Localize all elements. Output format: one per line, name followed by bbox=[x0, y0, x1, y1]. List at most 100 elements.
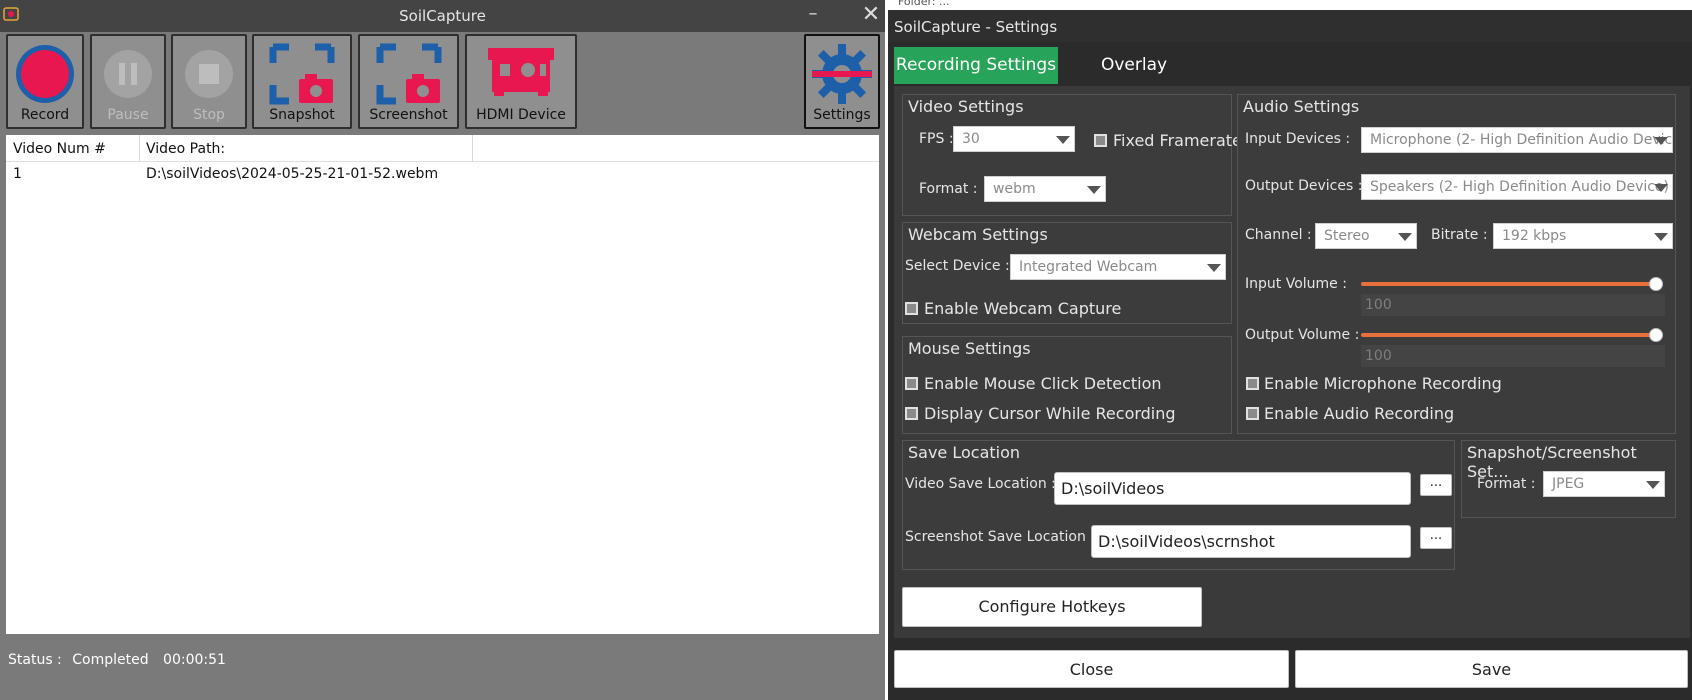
stop-button[interactable]: Stop bbox=[171, 34, 247, 129]
chevron-down-icon bbox=[1646, 481, 1660, 489]
channel-select[interactable]: Stereo bbox=[1315, 223, 1417, 249]
output-volume-value: 100 bbox=[1361, 345, 1665, 367]
screenshot-browse-button[interactable]: ... bbox=[1420, 527, 1452, 549]
video-table: Video Num # Video Path: 1 D:\soilVideos\… bbox=[6, 135, 879, 634]
enable-webcam-checkbox[interactable] bbox=[905, 302, 918, 315]
group-title: Webcam Settings bbox=[908, 225, 1048, 244]
pause-label: Pause bbox=[107, 107, 149, 123]
group-title: Video Settings bbox=[908, 97, 1024, 116]
bitrate-select[interactable]: 192 kbps bbox=[1493, 223, 1673, 249]
enable-audio-checkbox[interactable] bbox=[1246, 407, 1259, 420]
pause-button[interactable]: Pause bbox=[90, 34, 166, 129]
input-volume-label: Input Volume : bbox=[1245, 276, 1347, 292]
mouse-click-detection-label: Enable Mouse Click Detection bbox=[924, 374, 1162, 393]
chevron-down-icon bbox=[1654, 233, 1668, 241]
video-num-cell: 1 bbox=[13, 166, 22, 182]
select-device-label: Select Device : bbox=[905, 258, 1010, 274]
fixed-framerate-checkbox[interactable] bbox=[1094, 134, 1107, 147]
mouse-click-detection-checkbox[interactable] bbox=[905, 377, 918, 390]
output-devices-label: Output Devices : bbox=[1245, 178, 1363, 194]
configure-hotkeys-button[interactable]: Configure Hotkeys bbox=[902, 587, 1202, 627]
video-path-cell: D:\soilVideos\2024-05-25-21-01-52.webm bbox=[146, 166, 439, 182]
output-volume-slider-handle[interactable] bbox=[1649, 328, 1663, 342]
group-title: Save Location bbox=[908, 443, 1021, 462]
tab-overlay-settings[interactable]: Overlay Settings bbox=[1064, 47, 1204, 112]
output-devices-value: Speakers (2- High Definition Audio Devic… bbox=[1370, 179, 1670, 195]
main-window: SoilCapture – ✕ Record Pause Stop Snapsh… bbox=[0, 0, 885, 700]
chevron-down-icon bbox=[1654, 137, 1668, 145]
column-header-video-path[interactable]: Video Path: bbox=[146, 141, 225, 157]
pause-icon bbox=[104, 50, 152, 98]
input-devices-label: Input Devices : bbox=[1245, 131, 1351, 147]
input-volume-slider-handle[interactable] bbox=[1649, 277, 1663, 291]
chevron-down-icon bbox=[1056, 136, 1070, 144]
fps-select[interactable]: 30 bbox=[953, 126, 1075, 152]
bitrate-label: Bitrate : bbox=[1431, 227, 1488, 243]
record-button[interactable]: Record bbox=[6, 34, 84, 129]
close-settings-button[interactable]: Close bbox=[894, 650, 1289, 688]
window-title: SoilCapture bbox=[399, 7, 486, 25]
video-browse-button[interactable]: ... bbox=[1420, 474, 1452, 496]
elapsed-time: 00:00:51 bbox=[163, 652, 226, 668]
hdmi-device-icon bbox=[488, 48, 554, 96]
display-cursor-label: Display Cursor While Recording bbox=[924, 404, 1176, 423]
video-format-select[interactable]: webm bbox=[984, 176, 1106, 202]
background-text: Folder: ... bbox=[898, 0, 950, 8]
output-volume-label: Output Volume : bbox=[1245, 327, 1360, 343]
table-header: Video Num # Video Path: bbox=[6, 135, 879, 162]
enable-microphone-label: Enable Microphone Recording bbox=[1264, 374, 1502, 393]
settings-title-bar: SoilCapture - Settings bbox=[888, 10, 1692, 42]
status-label: Status : bbox=[8, 652, 62, 668]
snapshot-format-value: JPEG bbox=[1552, 476, 1585, 492]
enable-microphone-checkbox[interactable] bbox=[1246, 377, 1259, 390]
close-button[interactable]: ✕ bbox=[858, 2, 884, 28]
channel-label: Channel : bbox=[1245, 227, 1312, 243]
hdmi-device-button[interactable]: HDMI Device bbox=[465, 34, 577, 129]
webcam-device-value: Integrated Webcam bbox=[1019, 259, 1158, 275]
input-devices-value: Microphone (2- High Definition Audio Dev… bbox=[1370, 132, 1673, 148]
input-volume-slider[interactable] bbox=[1361, 282, 1657, 286]
background-window-fragment: Folder: ... bbox=[888, 0, 1692, 10]
column-divider[interactable] bbox=[139, 135, 140, 162]
save-settings-button[interactable]: Save bbox=[1295, 650, 1688, 688]
output-volume-slider[interactable] bbox=[1361, 333, 1657, 337]
snapshot-button[interactable]: Snapshot bbox=[252, 34, 352, 129]
video-save-location-input[interactable]: D:\soilVideos bbox=[1054, 472, 1411, 505]
settings-window-title: SoilCapture - Settings bbox=[894, 18, 1058, 36]
snapshot-format-label: Format : bbox=[1477, 476, 1536, 492]
screenshot-label: Screenshot bbox=[369, 107, 448, 123]
fps-label: FPS : bbox=[919, 131, 954, 147]
group-title: Mouse Settings bbox=[908, 339, 1031, 358]
chevron-down-icon bbox=[1398, 233, 1412, 241]
display-cursor-checkbox[interactable] bbox=[905, 407, 918, 420]
output-devices-select[interactable]: Speakers (2- High Definition Audio Devic… bbox=[1361, 174, 1673, 200]
format-label: Format : bbox=[919, 181, 978, 197]
video-save-location-label: Video Save Location : bbox=[905, 476, 1056, 492]
record-label: Record bbox=[20, 107, 70, 123]
screenshot-icon bbox=[376, 43, 441, 105]
gear-icon bbox=[812, 44, 872, 104]
tab-recording-settings[interactable]: Recording Settings bbox=[894, 47, 1058, 84]
enable-audio-label: Enable Audio Recording bbox=[1264, 404, 1455, 423]
enable-webcam-label: Enable Webcam Capture bbox=[924, 299, 1122, 318]
column-header-video-num[interactable]: Video Num # bbox=[13, 141, 106, 157]
screenshot-save-location-label: Screenshot Save Location : bbox=[905, 529, 1095, 545]
fps-value: 30 bbox=[962, 131, 980, 147]
group-title: Audio Settings bbox=[1243, 97, 1360, 116]
settings-button[interactable]: Settings bbox=[804, 34, 880, 129]
bitrate-value: 192 kbps bbox=[1502, 228, 1567, 244]
chevron-down-icon bbox=[1207, 264, 1221, 272]
input-volume-value: 100 bbox=[1361, 294, 1665, 316]
minimize-button[interactable]: – bbox=[800, 2, 826, 28]
hdmi-device-label: HDMI Device bbox=[476, 107, 566, 123]
column-divider[interactable] bbox=[472, 135, 473, 162]
input-devices-select[interactable]: Microphone (2- High Definition Audio Dev… bbox=[1361, 127, 1673, 153]
snapshot-format-select[interactable]: JPEG bbox=[1543, 471, 1665, 497]
chevron-down-icon bbox=[1654, 184, 1668, 192]
screenshot-button[interactable]: Screenshot bbox=[358, 34, 459, 129]
record-icon bbox=[16, 45, 74, 103]
screenshot-save-location-input[interactable]: D:\soilVideos\scrnshot bbox=[1091, 525, 1411, 558]
status-bar: Status : Completed 00:00:51 bbox=[8, 652, 226, 668]
video-format-value: webm bbox=[993, 181, 1036, 197]
webcam-device-select[interactable]: Integrated Webcam bbox=[1010, 254, 1226, 280]
